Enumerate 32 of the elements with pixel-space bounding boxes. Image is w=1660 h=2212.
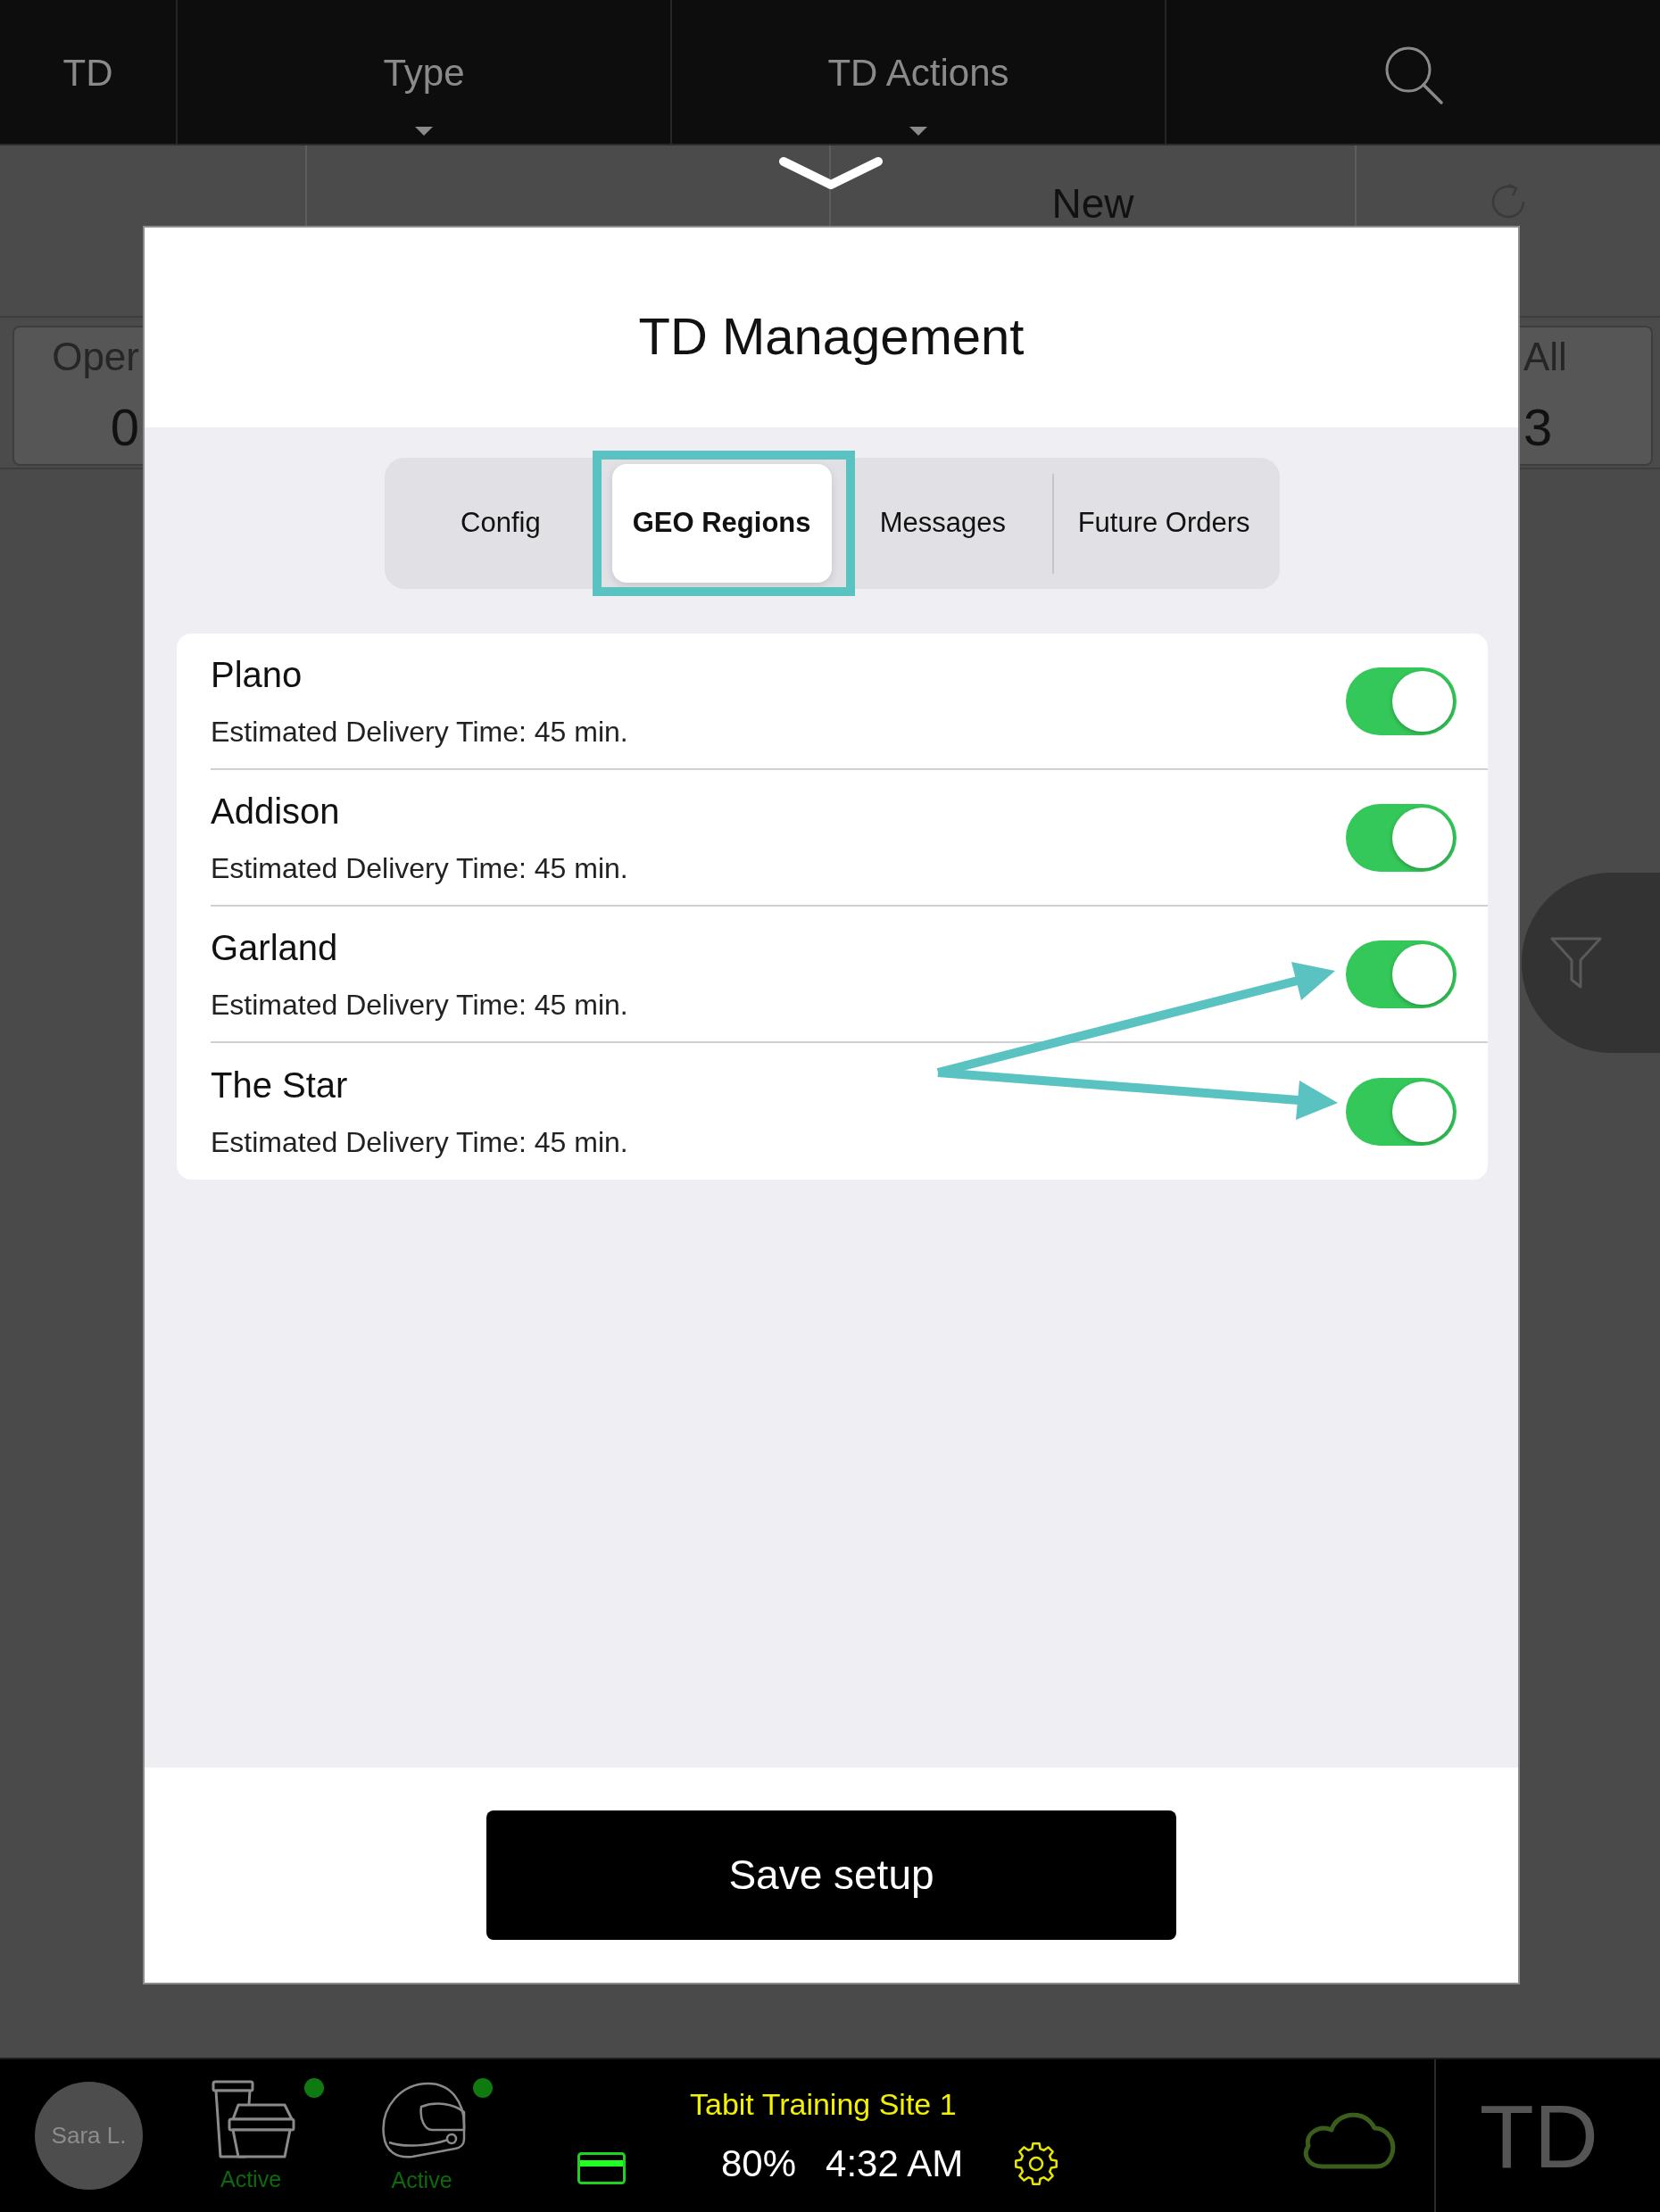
status-label: Active bbox=[391, 2166, 452, 2192]
clock-time: 4:32 AM bbox=[826, 2142, 964, 2185]
menu-dropdown[interactable]: TD Actions bbox=[827, 54, 1009, 136]
region-name: Plano bbox=[211, 654, 303, 696]
tab[interactable]: Messages bbox=[833, 464, 1053, 583]
status-label: Active bbox=[220, 2166, 282, 2191]
caret-icon bbox=[909, 127, 927, 136]
tab[interactable]: Config bbox=[391, 464, 610, 583]
app-title: TD bbox=[62, 54, 113, 93]
counter-value: 3 bbox=[1523, 401, 1553, 454]
filter-icon bbox=[1550, 937, 1602, 989]
region-name: The Star bbox=[211, 1065, 348, 1106]
tab[interactable]: Future Orders bbox=[1054, 464, 1274, 583]
gear-icon[interactable] bbox=[1014, 2141, 1059, 2186]
chevron-icon[interactable] bbox=[778, 156, 884, 192]
filter-tab[interactable] bbox=[1522, 873, 1660, 1053]
app-label: TD bbox=[1479, 2086, 1598, 2185]
save-button[interactable]: Save setup bbox=[486, 1810, 1176, 1940]
site-name: Tabit Training Site 1 bbox=[690, 2085, 957, 2122]
region-name: Addison bbox=[211, 791, 340, 833]
region-name: Garland bbox=[211, 927, 338, 969]
card-icon bbox=[577, 2152, 626, 2184]
caret-icon bbox=[415, 127, 433, 136]
battery-percentage: 80% bbox=[721, 2142, 797, 2185]
dialog-title: TD Management bbox=[638, 307, 1025, 366]
menu-dropdown[interactable]: Type bbox=[383, 54, 465, 136]
delivery-time-text: Estimated Delivery Time: 45 min. bbox=[211, 988, 628, 1022]
delivery-time-text: Estimated Delivery Time: 45 min. bbox=[211, 715, 628, 749]
tab[interactable]: GEO Regions bbox=[611, 464, 832, 583]
delivery-time-text: Estimated Delivery Time: 45 min. bbox=[211, 851, 628, 885]
counter-value: 0 bbox=[110, 401, 139, 454]
delivery-time-text: Estimated Delivery Time: 45 min. bbox=[211, 1125, 628, 1159]
